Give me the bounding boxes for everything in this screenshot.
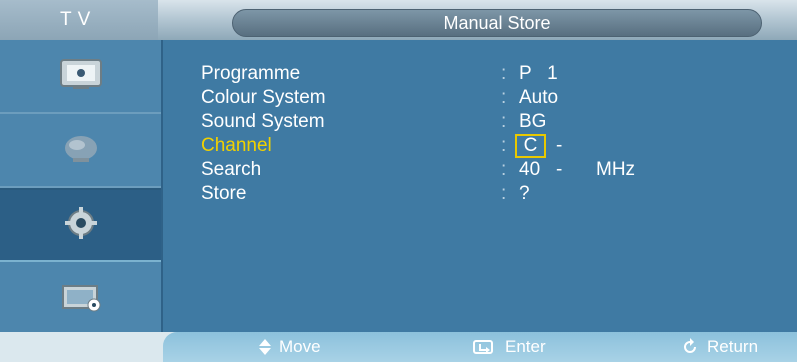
separator: : bbox=[501, 63, 507, 84]
sidebar bbox=[0, 40, 161, 336]
separator: : bbox=[501, 87, 507, 108]
sidebar-item-input[interactable] bbox=[0, 262, 161, 336]
input-icon bbox=[55, 276, 107, 321]
brand-label: TV bbox=[0, 0, 158, 40]
sound-icon bbox=[55, 128, 107, 173]
separator: : bbox=[501, 159, 507, 180]
enter-label: Enter bbox=[505, 337, 546, 356]
sidebar-item-picture[interactable] bbox=[0, 40, 161, 114]
sidebar-item-sound[interactable] bbox=[0, 114, 161, 188]
return-label: Return bbox=[707, 337, 759, 356]
gear-icon bbox=[55, 203, 107, 248]
channel-label: Channel bbox=[201, 135, 272, 156]
move-hint: Move bbox=[259, 332, 321, 362]
separator: : bbox=[501, 111, 507, 132]
footer-bar: Move Enter Return bbox=[0, 332, 797, 362]
store-value: ? bbox=[519, 183, 530, 204]
return-hint: Return bbox=[681, 332, 758, 362]
enter-hint: Enter bbox=[473, 332, 546, 362]
search-value: 40 bbox=[519, 159, 541, 180]
page-title: Manual Store bbox=[443, 13, 551, 33]
search-label: Search bbox=[201, 159, 262, 180]
programme-value: P 1 bbox=[519, 63, 558, 84]
separator: : bbox=[501, 183, 507, 204]
move-icon bbox=[259, 339, 271, 355]
enter-icon bbox=[473, 339, 497, 355]
channel-number-value: -- bbox=[556, 135, 563, 180]
sidebar-item-setup[interactable] bbox=[0, 188, 161, 262]
manual-store-panel: Programme : P 1 Colour System : Auto Sou… bbox=[163, 40, 797, 332]
programme-label: Programme bbox=[201, 63, 301, 84]
sound-system-value: BG bbox=[519, 111, 547, 132]
search-unit: MHz bbox=[596, 159, 636, 180]
separator: : bbox=[501, 135, 507, 156]
tv-osd-window: TV Manual Store Programme: P 1 Colour S… bbox=[0, 0, 797, 362]
return-icon bbox=[681, 338, 699, 356]
colour-system-value: Auto bbox=[519, 87, 559, 108]
move-label: Move bbox=[279, 337, 321, 356]
colour-system-label: Colour System bbox=[201, 87, 326, 108]
picture-icon bbox=[55, 54, 107, 99]
store-label: Store bbox=[201, 183, 247, 204]
channel-value-box[interactable]: C bbox=[515, 134, 546, 158]
header-bar: TV Manual Store bbox=[0, 0, 797, 40]
sound-system-label: Sound System bbox=[201, 111, 325, 132]
